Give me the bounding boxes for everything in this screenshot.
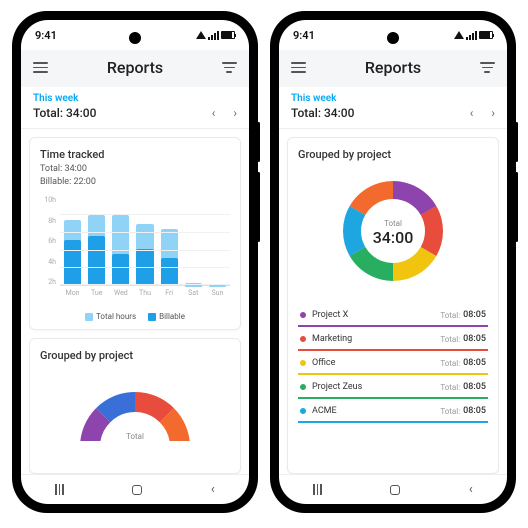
project-row[interactable]: Project ZeusTotal:08:05 <box>298 375 488 399</box>
project-total-label: Total: <box>440 383 460 392</box>
back-icon[interactable]: ‹ <box>469 482 473 497</box>
camera-cutout <box>129 32 141 44</box>
donut-center-label: Total <box>384 219 402 228</box>
card-title: Time tracked <box>40 148 230 161</box>
prev-period-icon[interactable]: ‹ <box>470 106 474 120</box>
project-total-label: Total: <box>440 407 460 416</box>
period-total: Total: 34:00 <box>33 106 96 120</box>
next-period-icon[interactable]: › <box>491 106 495 120</box>
project-total-label: Total: <box>440 335 460 344</box>
signal-icon <box>196 31 206 39</box>
bar-chart: 10h8h6h4h2h MonTueWedThuFriSatSun <box>40 196 230 306</box>
project-list: Project XTotal:08:05MarketingTotal:08:05… <box>298 303 488 423</box>
camera-cutout <box>387 32 399 44</box>
card-title: Grouped by project <box>40 349 230 362</box>
status-time: 9:41 <box>35 29 57 42</box>
period-label[interactable]: This week <box>33 93 237 104</box>
bar-sat <box>185 283 202 286</box>
bar-fri <box>161 229 178 286</box>
phone-left: 9:41 Reports This week Total: 34:00 ‹ › <box>13 12 257 512</box>
project-total-value: 08:05 <box>463 406 486 416</box>
recent-apps-icon[interactable] <box>313 484 322 495</box>
battery-icon <box>479 31 493 39</box>
period-total: Total: 34:00 <box>291 106 354 120</box>
status-time: 9:41 <box>293 29 315 42</box>
filter-icon[interactable] <box>480 62 495 73</box>
menu-icon[interactable] <box>33 62 48 73</box>
home-icon[interactable] <box>132 485 142 495</box>
system-nav: ‹ <box>279 474 507 504</box>
period-header: This week Total: 34:00 ‹ › <box>21 87 249 129</box>
project-name: ACME <box>312 406 440 416</box>
card-title: Grouped by project <box>298 148 488 161</box>
bar-sun <box>209 285 226 286</box>
cell-icon <box>466 31 477 40</box>
project-row[interactable]: Project XTotal:08:05 <box>298 303 488 327</box>
project-total-value: 08:05 <box>463 334 486 344</box>
page-title: Reports <box>365 58 421 77</box>
next-period-icon[interactable]: › <box>233 106 237 120</box>
project-name: Office <box>312 358 440 368</box>
project-total-label: Total: <box>440 359 460 368</box>
period-header: This week Total: 34:00 ‹ › <box>279 87 507 129</box>
project-total-value: 08:05 <box>463 382 486 392</box>
project-total-label: Total: <box>440 311 460 320</box>
prev-period-icon[interactable]: ‹ <box>212 106 216 120</box>
project-color-dot <box>300 336 306 342</box>
donut-center-value: 34:00 <box>373 228 414 247</box>
project-row[interactable]: OfficeTotal:08:05 <box>298 351 488 375</box>
project-total-value: 08:05 <box>463 310 486 320</box>
recent-apps-icon[interactable] <box>55 484 64 495</box>
page-title: Reports <box>107 58 163 77</box>
menu-icon[interactable] <box>291 62 306 73</box>
system-nav: ‹ <box>21 474 249 504</box>
grouped-card-left: Grouped by project Total <box>29 338 241 474</box>
project-color-dot <box>300 408 306 414</box>
bar-thu <box>136 224 153 285</box>
project-name: Project Zeus <box>312 382 440 392</box>
project-row[interactable]: ACMETotal:08:05 <box>298 399 488 423</box>
project-color-dot <box>300 384 306 390</box>
project-color-dot <box>300 312 306 318</box>
grouped-card-right: Grouped by project Total 34:00 Project X… <box>287 137 499 474</box>
donut-chart: Total 34:00 <box>333 171 453 295</box>
project-total-value: 08:05 <box>463 358 486 368</box>
signal-icon <box>454 31 464 39</box>
card-total: Total: 34:00 <box>40 163 230 176</box>
app-bar: Reports <box>279 50 507 87</box>
project-row[interactable]: MarketingTotal:08:05 <box>298 327 488 351</box>
bar-mon <box>64 220 81 286</box>
chart-legend: Total hours Billable <box>40 312 230 321</box>
home-icon[interactable] <box>390 485 400 495</box>
time-tracked-card: Time tracked Total: 34:00 Billable: 22:0… <box>29 137 241 330</box>
project-name: Marketing <box>312 334 440 344</box>
project-color-dot <box>300 360 306 366</box>
card-billable: Billable: 22:00 <box>40 176 230 189</box>
filter-icon[interactable] <box>222 62 237 73</box>
app-bar: Reports <box>21 50 249 87</box>
cell-icon <box>208 31 219 40</box>
back-icon[interactable]: ‹ <box>211 482 215 497</box>
half-donut-chart <box>70 382 200 441</box>
project-name: Project X <box>312 310 440 320</box>
period-label[interactable]: This week <box>291 93 495 104</box>
phone-right: 9:41 Reports This week Total: 34:00 ‹ › <box>271 12 515 512</box>
battery-icon <box>221 31 235 39</box>
